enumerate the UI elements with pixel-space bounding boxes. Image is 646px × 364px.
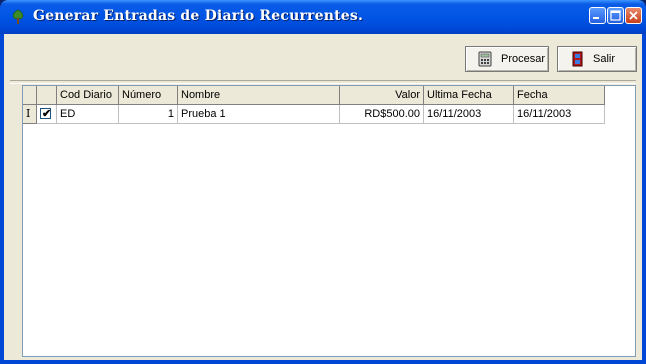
salir-button[interactable]: Salir (557, 46, 637, 72)
window-title: Generar Entradas de Diario Recurrentes. (33, 8, 364, 24)
tree-icon (10, 9, 26, 25)
salir-label: Salir (593, 53, 616, 65)
header-fecha[interactable]: Fecha (514, 86, 605, 105)
header-select (37, 86, 57, 105)
cell-nombre[interactable]: Prueba 1 (178, 105, 340, 124)
cell-ultima-fecha[interactable]: 16/11/2003 (424, 105, 514, 124)
header-ultima-fecha[interactable]: Ultima Fecha (424, 86, 514, 105)
header-numero[interactable]: Número (119, 86, 178, 105)
app-window: Generar Entradas de Diario Recurrentes. … (0, 0, 646, 364)
row-select-checkbox[interactable]: ✔ (37, 105, 57, 124)
toolbar-divider (10, 80, 636, 84)
exit-door-icon (569, 51, 585, 67)
row-indicator: I (23, 105, 37, 124)
header-nombre[interactable]: Nombre (178, 86, 340, 105)
maximize-icon[interactable] (607, 7, 624, 24)
title-bar[interactable]: Generar Entradas de Diario Recurrentes. (0, 0, 646, 34)
calculator-icon (477, 51, 493, 67)
procesar-label: Procesar (501, 53, 546, 65)
minimize-icon[interactable] (589, 7, 606, 24)
header-cod-diario[interactable]: Cod Diario (57, 86, 119, 105)
checkmark-icon: ✔ (42, 108, 52, 120)
cell-valor[interactable]: RD$500.00 (340, 105, 424, 124)
cell-cod-diario[interactable]: ED (57, 105, 119, 124)
window-frame-right (642, 34, 646, 364)
cell-numero[interactable]: 1 (119, 105, 178, 124)
journal-grid[interactable]: Cod Diario Número Nombre Valor Ultima Fe… (22, 85, 636, 357)
close-icon[interactable] (625, 7, 642, 24)
procesar-button[interactable]: Procesar (465, 46, 549, 72)
header-valor[interactable]: Valor (340, 86, 424, 105)
checkbox[interactable]: ✔ (40, 108, 51, 120)
cell-fecha[interactable]: 16/11/2003 (514, 105, 605, 124)
window-frame-bottom (0, 360, 646, 364)
header-indicator (23, 86, 37, 105)
